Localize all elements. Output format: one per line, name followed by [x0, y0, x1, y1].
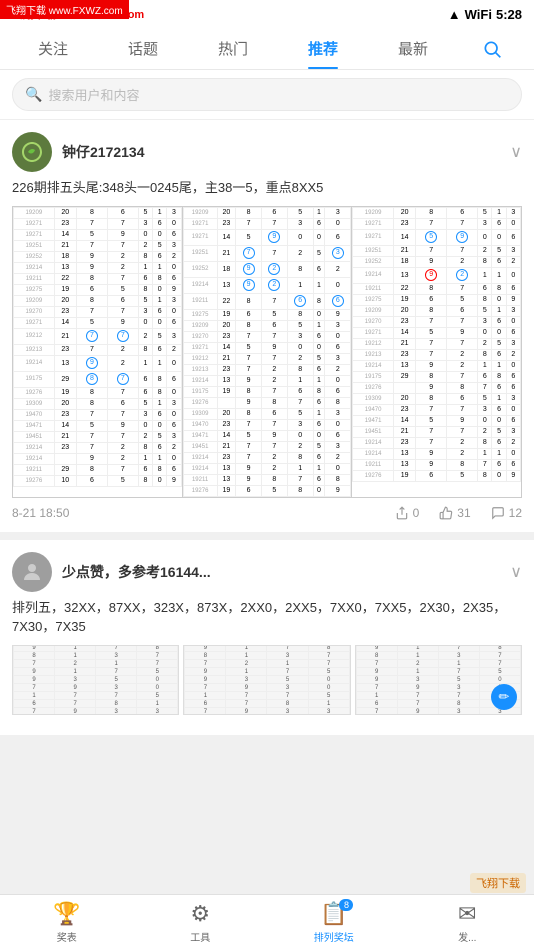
chevron-down-icon-1[interactable]: ∨	[510, 142, 522, 162]
top-watermark: 飞翔下载 www.FXWZ.com	[0, 0, 129, 19]
post-text-2: 排列五，32XX，87XX，323X，873X，2XX0，2XX5，7XX0，7…	[12, 598, 522, 637]
post-card-1: 钟仔2172134 ∨ 226期排五头尾:348头一0245尾，主38一5，重点…	[0, 120, 534, 532]
forum-badge: 8	[339, 899, 353, 911]
tools-icon: ⚙	[190, 901, 210, 927]
post-text-1: 226期排五头尾:348头一0245尾，主38一5，重点8XX5	[12, 178, 522, 198]
post-image-2-2: 9178 8137 7217 9175 9350 7930 1775 6781 …	[183, 645, 350, 715]
nav-prize-label: 奖表	[57, 929, 77, 944]
edit-icon[interactable]: ✏	[491, 684, 517, 710]
post-images-2: 9178 8137 7217 9175 9350 7930 1775 6781 …	[12, 645, 522, 715]
chevron-down-icon-2[interactable]: ∨	[510, 562, 522, 582]
search-button[interactable]	[474, 31, 510, 67]
avatar-2	[12, 552, 52, 592]
share-button-1[interactable]: 0	[395, 506, 420, 520]
tab-hot[interactable]: 热门	[204, 28, 262, 69]
top-nav: 关注 话题 热门 推荐 最新	[0, 28, 534, 70]
wifi-icon: WiFi	[465, 7, 492, 22]
nav-item-forum[interactable]: 📋 8 排列奖坛	[267, 901, 401, 944]
username-2: 少点赞，多参考16144...	[62, 562, 211, 582]
nav-post-label: 发...	[458, 929, 476, 944]
data-grid-1: 192092086513 192712377360 192711459006 1…	[12, 206, 522, 498]
post-header-1: 钟仔2172134 ∨	[12, 132, 522, 172]
post-footer-1: 8-21 18:50 0 31 12	[12, 506, 522, 520]
search-icon: 🔍	[25, 86, 42, 103]
time: 5:28	[496, 7, 522, 22]
post-header-2: 少点赞，多参考16144... ∨	[12, 552, 522, 592]
tab-latest[interactable]: 最新	[384, 28, 442, 69]
comment-button-1[interactable]: 12	[491, 506, 522, 520]
grid-col-2: 192092086513 192712377360 192711459006 1…	[183, 207, 352, 497]
search-bar-wrap: 🔍 搜索用户和内容	[0, 70, 534, 120]
search-bar[interactable]: 🔍 搜索用户和内容	[12, 78, 522, 111]
username-1: 钟仔2172134	[62, 142, 145, 162]
nav-forum-label: 排列奖坛	[314, 929, 354, 944]
post-icon: ✉	[458, 901, 476, 927]
signal-icon: ▲	[448, 7, 461, 22]
bottom-watermark: 飞翔下载	[470, 873, 526, 893]
post-card-2: 少点赞，多参考16144... ∨ 排列五，32XX，87XX，323X，873…	[0, 540, 534, 735]
tab-recommend[interactable]: 推荐	[294, 28, 352, 69]
avatar-1	[12, 132, 52, 172]
forum-icon: 📋 8	[320, 901, 347, 927]
post-timestamp-1: 8-21 18:50	[12, 506, 69, 520]
nav-item-prize[interactable]: 🏆 奖表	[0, 901, 134, 944]
post-image-2-3: 9178 8137 7217 9175 9350 7930 1775 6781 …	[355, 645, 522, 715]
tab-topic[interactable]: 话题	[114, 28, 172, 69]
like-button-1[interactable]: 31	[439, 506, 470, 520]
bottom-nav: 🏆 奖表 ⚙ 工具 📋 8 排列奖坛 ✉ 发...	[0, 894, 534, 949]
grid-col-3: 192092086513 192712377360 192711459006 1…	[352, 207, 521, 497]
prize-icon: 🏆	[53, 901, 80, 927]
search-placeholder: 搜索用户和内容	[48, 85, 139, 104]
nav-item-tools[interactable]: ⚙ 工具	[134, 901, 268, 944]
post-image-2-1: 9178 8137 7217 9175 9350 7930 1775 6781 …	[12, 645, 179, 715]
post-actions-1: 0 31 12	[395, 506, 522, 520]
tab-follow[interactable]: 关注	[24, 28, 82, 69]
feed: 钟仔2172134 ∨ 226期排五头尾:348头一0245尾，主38一5，重点…	[0, 120, 534, 735]
grid-col-1: 192092086513 192712377360 192711459006 1…	[13, 207, 182, 497]
status-right: ▲ WiFi 5:28	[448, 7, 522, 22]
nav-tools-label: 工具	[190, 929, 210, 944]
nav-item-post[interactable]: ✉ 发...	[401, 901, 534, 944]
